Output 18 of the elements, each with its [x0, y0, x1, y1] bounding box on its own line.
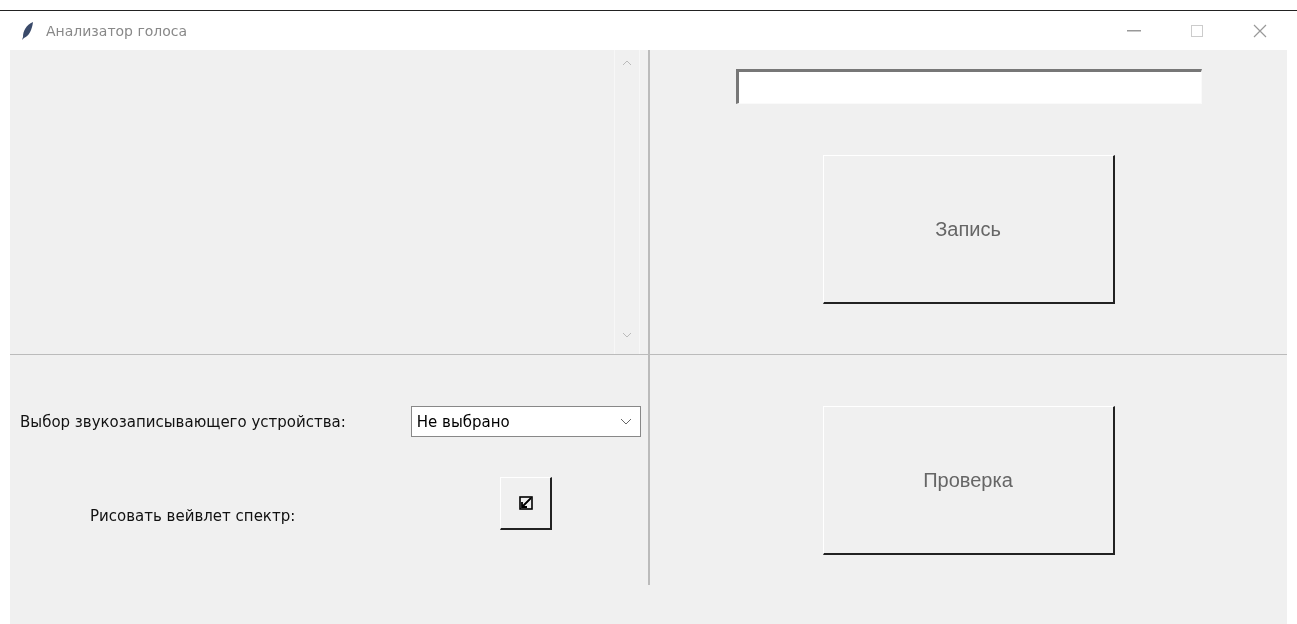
minimize-icon[interactable]: [1127, 29, 1141, 32]
scroll-down-icon[interactable]: [622, 332, 632, 338]
window-title: Анализатор голоса: [46, 22, 188, 39]
maximize-icon[interactable]: [1191, 24, 1203, 37]
record-button[interactable]: Запись: [822, 155, 1115, 304]
close-icon[interactable]: [1253, 23, 1267, 38]
device-label: Выбор звукозаписывающего устройства:: [20, 412, 346, 431]
chevron-down-icon: [619, 418, 632, 425]
dropdown-value: Не выбрано: [416, 412, 510, 431]
wavelet-label: Рисовать вейвлет спектр:: [90, 506, 296, 525]
scrollbar[interactable]: [614, 50, 640, 354]
checkbox-icon: [518, 496, 533, 510]
check-button[interactable]: Проверка: [822, 406, 1115, 555]
wavelet-toggle[interactable]: [500, 477, 553, 530]
scroll-up-icon[interactable]: [622, 60, 632, 66]
feather-icon: [22, 21, 34, 40]
input-field[interactable]: [735, 69, 1202, 104]
device-dropdown[interactable]: Не выбрано: [410, 406, 641, 437]
